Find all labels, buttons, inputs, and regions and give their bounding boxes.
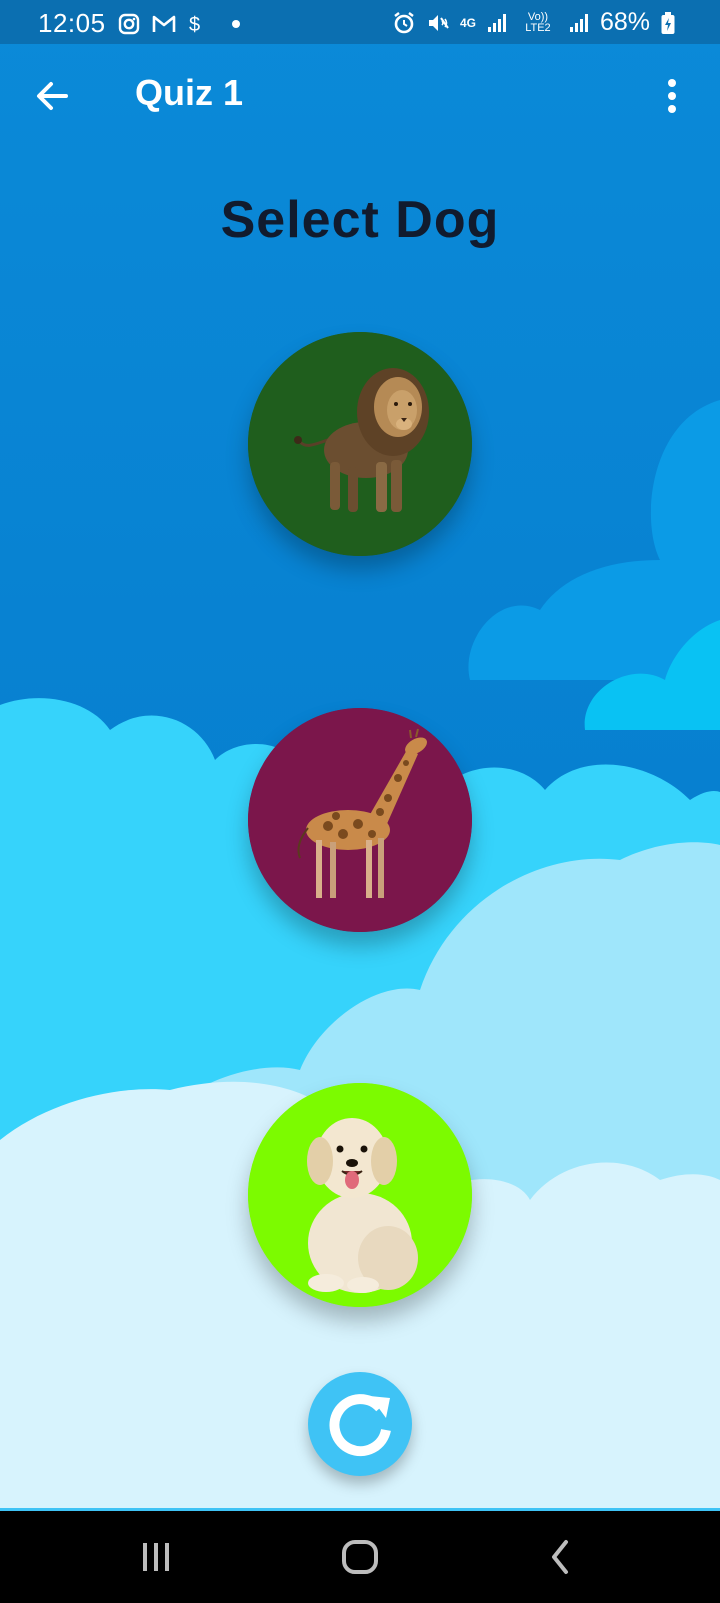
giraffe-image xyxy=(248,708,472,932)
dollar-icon: $ xyxy=(189,14,200,35)
alarm-icon xyxy=(394,11,414,33)
option-lion[interactable] xyxy=(248,332,472,556)
gmail-icon xyxy=(152,15,175,32)
signal-icon xyxy=(569,13,588,32)
refresh-icon xyxy=(329,1394,391,1457)
dot-icon xyxy=(231,19,240,28)
option-giraffe[interactable] xyxy=(248,708,472,932)
status-bar: 12:05 $ 4G Vo)) LTE2 68% xyxy=(0,0,720,44)
system-nav-bar xyxy=(0,1508,720,1603)
instagram-icon xyxy=(118,13,139,34)
dog-image xyxy=(248,1083,472,1307)
back-icon[interactable] xyxy=(530,1533,590,1583)
app-bar: Quiz 1 xyxy=(0,44,720,148)
network-type: 4G xyxy=(459,15,476,30)
recent-apps-icon[interactable] xyxy=(126,1533,186,1583)
arrow-left-icon[interactable] xyxy=(30,74,74,118)
lion-image xyxy=(248,332,472,556)
mute-icon xyxy=(428,14,449,31)
signal-icon xyxy=(487,13,506,32)
reload-button[interactable] xyxy=(308,1372,412,1476)
page-title: Quiz 1 xyxy=(135,72,244,113)
svg-text:$: $ xyxy=(189,14,200,35)
battery-percent: 68% xyxy=(599,8,650,36)
battery-icon xyxy=(661,11,675,34)
status-time: 12:05 xyxy=(38,8,106,38)
quiz-prompt: Select Dog xyxy=(220,191,500,249)
more-vertical-icon[interactable] xyxy=(660,74,684,118)
home-icon[interactable] xyxy=(330,1533,390,1583)
option-dog[interactable] xyxy=(248,1083,472,1307)
volte-label: Vo)) LTE2 xyxy=(525,10,551,34)
